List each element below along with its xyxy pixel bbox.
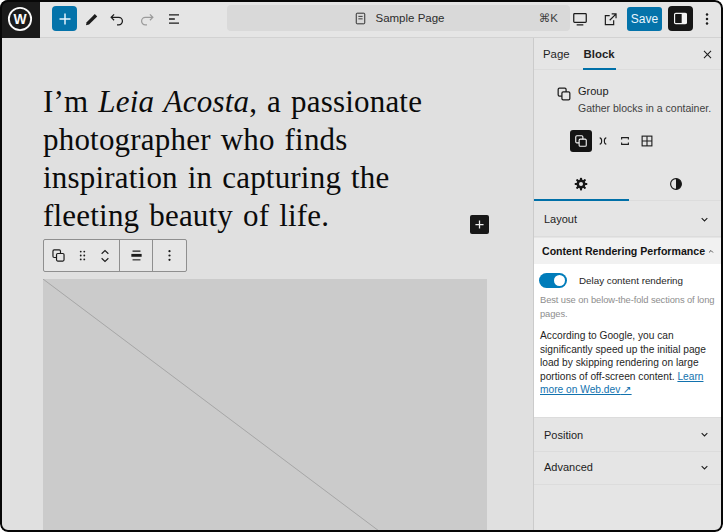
tab-page[interactable]: Page	[536, 38, 577, 69]
advanced-panel-label: Advanced	[544, 461, 593, 473]
performance-description: According to Google, you can significant…	[540, 329, 714, 397]
options-menu-button[interactable]	[695, 7, 719, 31]
svg-text:W: W	[13, 11, 27, 27]
variation-grid-button[interactable]	[636, 130, 658, 152]
editor-top-bar: W Sample Page ⌘K Save	[0, 0, 723, 38]
performance-panel-label: Content Rendering Performance	[542, 245, 705, 257]
edit-mode-button[interactable]	[79, 7, 103, 31]
chevron-down-icon	[696, 459, 713, 476]
row-icon	[594, 132, 612, 150]
image-placeholder-block[interactable]	[43, 279, 487, 532]
block-variations	[570, 130, 658, 152]
block-toolbar	[43, 239, 187, 272]
view-page-button[interactable]	[598, 7, 622, 31]
drag-handle-icon	[74, 247, 91, 264]
heading-name-italic: Leia Acosta	[98, 84, 249, 119]
heading-text-pre: I’m	[43, 84, 98, 119]
preview-button[interactable]	[568, 7, 592, 31]
block-card-title: Group	[578, 85, 609, 97]
document-overview-button[interactable]	[162, 7, 186, 31]
position-panel-label: Position	[544, 429, 583, 441]
position-panel-toggle[interactable]: Position	[534, 417, 723, 452]
variation-stack-button[interactable]	[614, 130, 636, 152]
group-block-button[interactable]	[49, 246, 68, 265]
stack-icon	[616, 132, 634, 150]
block-inserter-toggle-button[interactable]	[52, 6, 77, 31]
page-heading[interactable]: I’m Leia Acosta, a passionate photograph…	[43, 83, 463, 235]
move-up-down-icon	[96, 247, 114, 265]
advanced-panel-toggle[interactable]: Advanced	[534, 450, 723, 485]
command-shortcut-hint: ⌘K	[539, 11, 558, 25]
toggle-knob	[554, 275, 565, 286]
layout-panel-label: Layout	[544, 213, 577, 225]
kebab-icon	[160, 246, 179, 265]
delay-rendering-toggle[interactable]	[539, 273, 567, 288]
move-up-down-control[interactable]	[96, 247, 114, 265]
sidebar-toggle-icon	[671, 9, 690, 28]
chevron-up-icon	[705, 243, 717, 260]
tab-block-label: Block	[584, 48, 615, 60]
plus-icon	[54, 8, 76, 30]
document-title-button[interactable]: Sample Page ⌘K	[227, 5, 570, 31]
group-icon	[49, 246, 68, 265]
chevron-down-icon	[696, 426, 713, 443]
document-icon	[352, 10, 369, 27]
variation-group-button[interactable]	[570, 130, 592, 152]
block-inserter-button[interactable]	[470, 215, 489, 234]
kebab-icon	[697, 9, 717, 29]
settings-sidebar: Page Block Group Gather blocks in a cont…	[533, 38, 723, 532]
block-options-button[interactable]	[160, 246, 179, 265]
undo-button[interactable]	[105, 7, 129, 31]
variation-row-button[interactable]	[592, 130, 614, 152]
editor-window: W Sample Page ⌘K Save	[0, 0, 723, 532]
tab-styles[interactable]	[629, 167, 723, 200]
group-icon	[554, 84, 574, 104]
document-title: Sample Page	[375, 12, 444, 24]
placeholder-diagonal	[43, 279, 487, 532]
sidebar-tabs: Page Block	[534, 38, 723, 70]
performance-panel-body: Delay content rendering Best use on belo…	[534, 264, 723, 417]
styles-icon	[667, 175, 685, 193]
desktop-icon	[570, 9, 590, 29]
wordpress-logo-icon: W	[7, 6, 33, 32]
sidebar-toggle-button[interactable]	[668, 6, 693, 31]
justify-button[interactable]	[127, 246, 146, 265]
delay-rendering-label: Delay content rendering	[579, 275, 683, 286]
save-button[interactable]: Save	[627, 7, 662, 31]
save-button-label: Save	[631, 12, 658, 26]
drag-handle[interactable]	[74, 247, 91, 264]
undo-icon	[107, 9, 127, 29]
block-card-description: Gather blocks in a container.	[578, 102, 711, 114]
pencil-icon	[82, 10, 101, 29]
external-link-icon	[601, 10, 620, 29]
performance-help-text: Best use on below-the-fold sections of l…	[540, 293, 723, 321]
grid-icon	[638, 132, 656, 150]
redo-icon	[137, 9, 157, 29]
sidebar-settings-tabs	[534, 167, 723, 201]
plus-icon-small	[472, 217, 487, 232]
block-card-icon-wrap	[554, 84, 574, 104]
close-icon	[699, 46, 716, 63]
tab-settings[interactable]	[534, 167, 629, 200]
tab-block[interactable]: Block	[577, 38, 622, 69]
gear-icon	[572, 175, 590, 193]
performance-panel-toggle[interactable]: Content Rendering Performance	[534, 238, 723, 264]
external-arrow: ↗	[620, 384, 631, 395]
chevron-down-icon	[696, 211, 713, 228]
group-icon	[572, 132, 590, 150]
editor-canvas: I’m Leia Acosta, a passionate photograph…	[0, 38, 533, 532]
list-view-icon	[164, 9, 184, 29]
close-sidebar-button[interactable]	[697, 44, 717, 64]
wordpress-menu-button[interactable]: W	[0, 0, 40, 38]
justify-icon	[127, 246, 146, 265]
tab-page-label: Page	[543, 48, 570, 60]
redo-button[interactable]	[135, 7, 159, 31]
layout-panel-toggle[interactable]: Layout	[534, 202, 723, 237]
